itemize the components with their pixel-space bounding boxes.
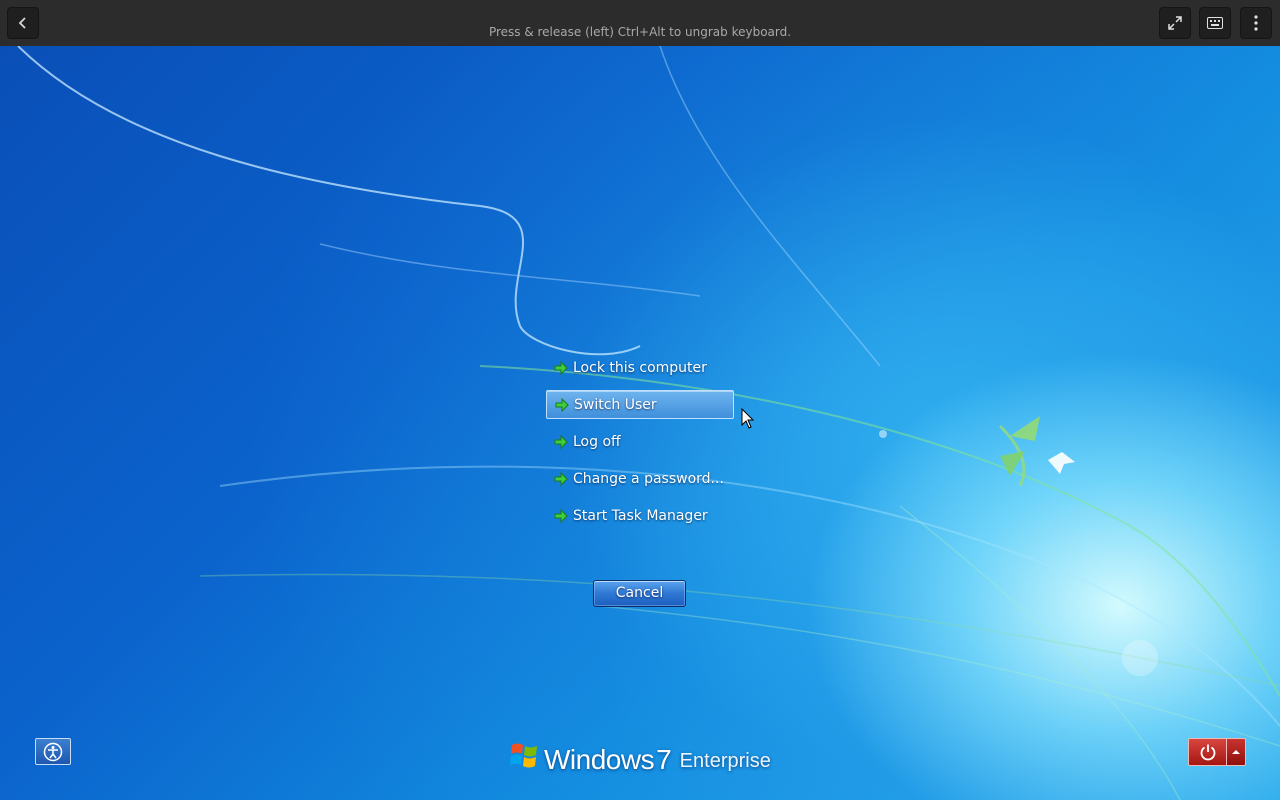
shutdown-button[interactable] — [1189, 739, 1227, 765]
remote-viewer-toolbar: Press & release (left) Ctrl+Alt to ungra… — [0, 0, 1280, 46]
menu-item-label: Start Task Manager — [573, 507, 708, 524]
brand-edition: Enterprise — [679, 750, 771, 772]
menu-item-label: Log off — [573, 433, 621, 450]
green-arrow-icon — [554, 508, 568, 523]
shutdown-control — [1188, 738, 1246, 766]
green-arrow-icon — [554, 471, 568, 486]
menu-item-label: Change a password... — [573, 470, 724, 487]
fullscreen-icon — [1168, 16, 1182, 30]
fullscreen-button[interactable] — [1159, 7, 1191, 39]
green-arrow-icon — [555, 397, 569, 412]
keyboard-icon — [1207, 17, 1223, 29]
green-arrow-icon — [554, 360, 568, 375]
chevron-up-icon — [1232, 750, 1241, 754]
switch-user-option[interactable]: Switch User — [546, 390, 734, 419]
keyboard-button[interactable] — [1199, 7, 1231, 39]
mouse-cursor-icon — [741, 408, 755, 429]
ease-of-access-button[interactable] — [35, 738, 71, 765]
menu-item-label: Lock this computer — [573, 359, 707, 376]
more-vertical-icon — [1254, 15, 1258, 31]
ease-of-access-icon — [43, 742, 63, 761]
windows-logo-icon — [510, 743, 537, 768]
keyboard-ungrab-hint: Press & release (left) Ctrl+Alt to ungra… — [488, 25, 792, 39]
green-arrow-icon — [554, 434, 568, 449]
background-streaks — [17, 46, 1280, 800]
log-off-option[interactable]: Log off — [546, 427, 734, 456]
shutdown-options-button[interactable] — [1226, 739, 1245, 765]
lock-computer-option[interactable]: Lock this computer — [546, 353, 734, 382]
start-task-manager-option[interactable]: Start Task Manager — [546, 501, 734, 530]
windows-branding: Windows 7 Enterprise — [510, 736, 771, 776]
cancel-button[interactable]: Cancel — [593, 580, 686, 607]
desktop-background — [0, 46, 1280, 800]
brand-version: 7 — [656, 744, 672, 775]
power-icon — [1200, 744, 1216, 761]
menu-item-label: Switch User — [574, 396, 657, 413]
more-options-button[interactable] — [1240, 7, 1272, 39]
brand-word: Windows — [544, 744, 655, 775]
change-password-option[interactable]: Change a password... — [546, 464, 734, 493]
